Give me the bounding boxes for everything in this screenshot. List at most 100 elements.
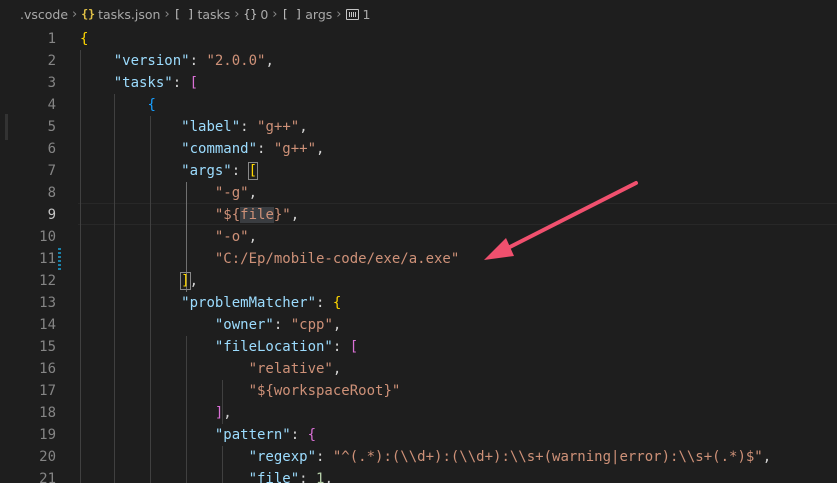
breadcrumb-item-tasks[interactable]: [ ] tasks xyxy=(174,7,231,22)
json-key: "fileLocation" xyxy=(214,339,333,355)
breadcrumb-item-args[interactable]: [ ] args xyxy=(281,7,332,22)
line-number-gutter: 1 2 3 4 5 6 7 8 9 10 11 12 13 14 15 16 1… xyxy=(0,28,62,483)
line-number: 3 xyxy=(47,75,56,91)
json-string: "2.0.0" xyxy=(206,53,266,69)
json-string: "g++" xyxy=(273,141,317,157)
json-key: "tasks" xyxy=(113,75,173,91)
code-line: ], xyxy=(80,402,232,424)
line-number: 15 xyxy=(39,339,56,355)
punctuation: , xyxy=(316,141,325,157)
code-line: "pattern": { xyxy=(80,424,316,446)
line-number: 17 xyxy=(39,383,56,399)
number-icon xyxy=(345,8,359,20)
bracket: [ xyxy=(349,339,359,355)
vertical-scrollbar[interactable] xyxy=(823,28,837,483)
code-line: "file": 1, xyxy=(80,468,333,483)
code-line: { xyxy=(80,94,156,116)
line-number: 12 xyxy=(39,273,56,289)
code-line: { xyxy=(80,28,88,50)
punctuation: , xyxy=(248,229,258,245)
code-line: "relative", xyxy=(80,358,342,380)
line-number: 11 xyxy=(39,251,56,267)
json-key: "version" xyxy=(113,53,190,69)
bracket: { xyxy=(147,97,156,113)
bracket-match: [ xyxy=(247,162,259,180)
punctuation: : xyxy=(290,427,308,443)
chevron-right-icon: › xyxy=(336,6,342,22)
line-number: 7 xyxy=(47,163,56,179)
line-number: 19 xyxy=(39,427,56,443)
punctuation: , xyxy=(762,449,772,465)
code-line: "args": [ xyxy=(80,160,259,182)
line-number: 1 xyxy=(47,31,56,47)
punctuation: , xyxy=(248,185,258,201)
array-icon: [ ] xyxy=(173,7,195,21)
line-number: 6 xyxy=(47,141,56,157)
code-line: "-g", xyxy=(80,182,257,204)
breadcrumb-label: .vscode xyxy=(20,6,69,22)
line-number: 20 xyxy=(39,449,56,465)
punctuation: , xyxy=(324,471,333,483)
json-string: }" xyxy=(273,207,291,223)
code-editor[interactable]: 1 2 3 4 5 6 7 8 9 10 11 12 13 14 15 16 1… xyxy=(0,28,837,483)
breadcrumb-label: tasks xyxy=(197,6,231,22)
code-line: "owner": "cpp", xyxy=(80,314,341,336)
line-number: 14 xyxy=(39,317,56,333)
json-key: "label" xyxy=(181,119,241,135)
chevron-right-icon: › xyxy=(234,6,240,22)
bracket-match: ] xyxy=(180,272,191,290)
punctuation: , xyxy=(189,273,199,289)
json-key: "file" xyxy=(248,471,300,483)
line-number: 5 xyxy=(47,119,56,135)
chevron-right-icon: › xyxy=(272,6,278,22)
breadcrumb: .vscode › {} tasks.json › [ ] tasks › {}… xyxy=(0,0,837,28)
punctuation: , xyxy=(290,207,300,223)
line-number: 13 xyxy=(39,295,56,311)
scrollbar-thumb[interactable] xyxy=(825,28,835,483)
json-string: "${ xyxy=(214,207,241,223)
punctuation: : xyxy=(316,295,333,311)
json-string: "^(.*):(\\d+):(\\d+):\\s+(warning|error)… xyxy=(332,449,763,465)
punctuation: : xyxy=(172,75,190,91)
punctuation: : xyxy=(189,53,207,69)
modified-line-marker xyxy=(58,248,61,270)
code-line-active: "${file}", xyxy=(80,204,299,226)
punctuation: : xyxy=(273,317,291,333)
json-string-output-path: "C:/Ep/mobile-code/exe/a.exe" xyxy=(214,251,460,267)
code-line: "version": "2.0.0", xyxy=(80,50,274,72)
json-key: "problemMatcher" xyxy=(181,295,317,311)
line-number: 10 xyxy=(39,229,56,245)
object-icon: {} xyxy=(243,7,258,21)
vscode-editor-window: .vscode › {} tasks.json › [ ] tasks › {}… xyxy=(0,0,837,483)
json-key: "args" xyxy=(181,163,232,179)
punctuation: : xyxy=(240,119,258,135)
code-line: "-o", xyxy=(80,226,257,248)
punctuation: , xyxy=(265,53,274,69)
json-key: "command" xyxy=(181,141,258,157)
json-string: "g++" xyxy=(257,119,300,135)
code-content[interactable]: { "version": "2.0.0", "tasks": [ { "labe… xyxy=(80,28,837,483)
line-number: 4 xyxy=(47,97,56,113)
punctuation: , xyxy=(332,317,342,333)
word-highlight: file xyxy=(240,207,274,223)
breadcrumb-item-1[interactable]: 1 xyxy=(345,6,371,22)
breadcrumb-item-vscode[interactable]: .vscode xyxy=(20,7,68,22)
punctuation: : xyxy=(316,449,333,465)
breadcrumb-label: 1 xyxy=(362,6,371,22)
breadcrumb-label: 0 xyxy=(260,6,269,22)
code-line: "fileLocation": [ xyxy=(80,336,358,358)
breadcrumb-item-0[interactable]: {} 0 xyxy=(243,7,268,22)
punctuation: : xyxy=(299,471,317,483)
code-line: "tasks": [ xyxy=(80,72,198,94)
punctuation: : xyxy=(332,339,350,355)
breadcrumb-label: args xyxy=(305,6,333,22)
bracket: { xyxy=(307,427,317,443)
breadcrumb-label: tasks.json xyxy=(98,6,161,22)
json-string: "cpp" xyxy=(290,317,333,333)
line-number: 16 xyxy=(39,361,56,377)
line-number: 8 xyxy=(47,185,56,201)
line-number-active: 9 xyxy=(47,207,56,223)
bracket: { xyxy=(332,295,342,311)
code-line: "regexp": "^(.*):(\\d+):(\\d+):\\s+(warn… xyxy=(80,446,772,468)
breadcrumb-item-tasks-json[interactable]: {} tasks.json xyxy=(81,7,160,22)
